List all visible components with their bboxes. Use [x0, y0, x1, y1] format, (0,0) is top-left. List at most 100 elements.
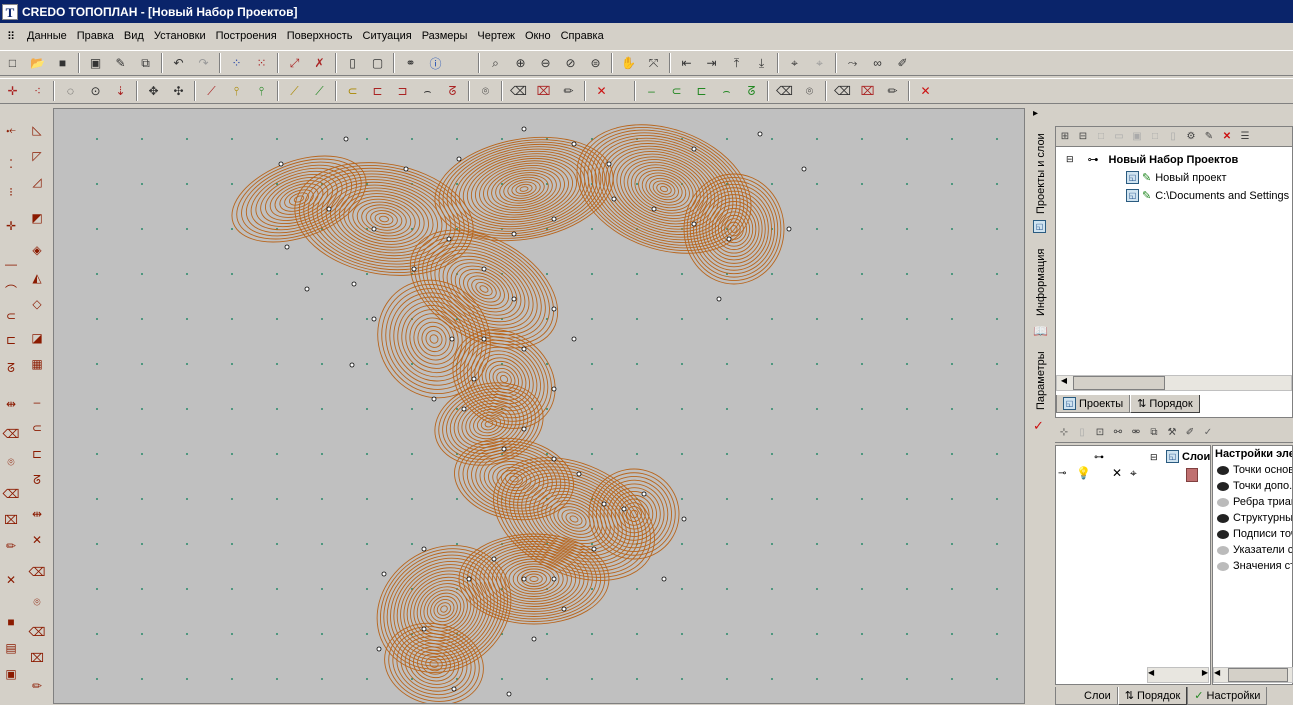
- menu-data[interactable]: Данные: [22, 30, 72, 42]
- menu-view[interactable]: Вид: [119, 30, 149, 42]
- menu-grip-icon[interactable]: ⠿: [0, 30, 22, 43]
- tree-expand-icon[interactable]: ⊟: [1074, 129, 1092, 145]
- sheet-icon[interactable]: ▯: [342, 53, 363, 73]
- survey-point[interactable]: [551, 386, 557, 392]
- square-green2-icon[interactable]: ▤: [1, 638, 21, 658]
- point-tool3-icon[interactable]: ⁝: [1, 182, 21, 202]
- visibility-eye-icon[interactable]: [1217, 465, 1229, 475]
- delete2-icon[interactable]: ✕: [915, 81, 936, 101]
- point-edit-icon[interactable]: ✣: [168, 81, 189, 101]
- layers-root[interactable]: ◱ Слои: [1166, 450, 1210, 463]
- diamond-tool-icon[interactable]: ◈: [27, 240, 47, 260]
- line-delete-icon[interactable]: ✗: [309, 53, 330, 73]
- survey-point[interactable]: [551, 576, 557, 582]
- erase-tool3-icon[interactable]: ⌫: [27, 562, 47, 582]
- menu-constructions[interactable]: Построения: [211, 30, 282, 42]
- scroll-left-icon[interactable]: ◀: [1057, 376, 1071, 390]
- survey-point[interactable]: [571, 141, 577, 147]
- triangle-tool-icon[interactable]: ◺: [27, 120, 47, 140]
- erase-green-icon[interactable]: ⌫: [774, 81, 795, 101]
- tab-projects-layers[interactable]: Проекты и слои: [1031, 128, 1051, 220]
- scroll-thumb[interactable]: [1228, 668, 1288, 682]
- save-icon[interactable]: ■: [52, 53, 73, 73]
- measure-icon[interactable]: ⇹: [27, 504, 47, 524]
- survey-point[interactable]: [786, 226, 792, 232]
- survey-point[interactable]: [481, 336, 487, 342]
- triangle-tool3-icon[interactable]: ◿: [27, 172, 47, 192]
- segment-icon[interactable]: ⟋: [201, 81, 222, 101]
- tab-order[interactable]: ⇅ Порядок: [1130, 395, 1200, 413]
- collapse-arrow-icon[interactable]: ▸: [1033, 108, 1038, 119]
- points-icon[interactable]: ⁘: [226, 53, 247, 73]
- shape-tool-icon[interactable]: ◭: [27, 268, 47, 288]
- delete-tool-icon[interactable]: ✕: [1, 570, 21, 590]
- survey-point[interactable]: [551, 456, 557, 462]
- layer-tool-icon[interactable]: ⚒: [1163, 425, 1181, 441]
- zoom-previous-icon[interactable]: ⊘: [560, 53, 581, 73]
- menu-drawing[interactable]: Чертеж: [472, 30, 520, 42]
- rect-tool-icon[interactable]: ⊏: [1, 330, 21, 350]
- menu-dimensions[interactable]: Размеры: [417, 30, 473, 42]
- properties-icon[interactable]: ⚙: [1182, 129, 1200, 145]
- point-tool2-icon[interactable]: ⁚: [1, 154, 21, 174]
- settings-scrollbar[interactable]: ◀: [1213, 667, 1293, 683]
- target-icon[interactable]: ⌖: [1130, 466, 1137, 481]
- survey-point[interactable]: [521, 576, 527, 582]
- curve-tool-icon[interactable]: ⌒: [1, 280, 21, 300]
- tab-layer-settings[interactable]: ✓ Настройки: [1187, 687, 1268, 705]
- move-right-icon[interactable]: ⇥: [701, 53, 722, 73]
- survey-point[interactable]: [801, 166, 807, 172]
- eraser-tool2-icon[interactable]: ⌫: [27, 622, 47, 642]
- copy-doc-icon[interactable]: □: [1146, 129, 1164, 145]
- visibility-eye-icon[interactable]: [1217, 497, 1229, 507]
- survey-point[interactable]: [446, 236, 452, 242]
- visibility-eye-icon[interactable]: [1217, 545, 1229, 555]
- survey-point[interactable]: [411, 266, 417, 272]
- slope-line2-icon[interactable]: ⟋: [309, 81, 330, 101]
- setting-item[interactable]: Точки допо.: [1217, 480, 1292, 492]
- survey-point[interactable]: [471, 376, 477, 382]
- visibility-eye-icon[interactable]: [1217, 561, 1229, 571]
- point-center-icon[interactable]: ⊙: [85, 81, 106, 101]
- square-green-icon[interactable]: ■: [1, 612, 21, 632]
- move-left-icon[interactable]: ⇤: [676, 53, 697, 73]
- visibility-eye-icon[interactable]: [1217, 529, 1229, 539]
- survey-point[interactable]: [371, 226, 377, 232]
- zoom-out-icon[interactable]: ⊖: [535, 53, 556, 73]
- menu-surface[interactable]: Поверхность: [282, 30, 358, 42]
- brush-icon[interactable]: ✐: [892, 53, 913, 73]
- frame-icon[interactable]: ▣: [85, 53, 106, 73]
- layer-doc-icon[interactable]: ▯: [1073, 425, 1091, 441]
- node-icon[interactable]: ⌾: [475, 81, 496, 101]
- close-project-icon[interactable]: ✕: [1218, 129, 1236, 145]
- erase-tool-icon[interactable]: ⌫: [1, 424, 21, 444]
- arc-green3-icon[interactable]: ⌢: [716, 81, 737, 101]
- arc-tangent-icon[interactable]: ⊏: [367, 81, 388, 101]
- scroll-left-icon[interactable]: ◀: [1148, 668, 1154, 677]
- layer-unlink-icon[interactable]: ⚮: [1127, 425, 1145, 441]
- setting-item[interactable]: Точки основ: [1217, 464, 1292, 476]
- survey-point[interactable]: [621, 506, 627, 512]
- new-file-icon[interactable]: □: [2, 53, 23, 73]
- topographic-plan[interactable]: [54, 109, 1025, 704]
- setting-item[interactable]: Ребра триан: [1217, 496, 1292, 508]
- triangle-edit-icon[interactable]: ◩: [27, 208, 47, 228]
- survey-point[interactable]: [461, 406, 467, 412]
- select-disabled-icon[interactable]: ⌖: [809, 53, 830, 73]
- survey-point[interactable]: [349, 362, 355, 368]
- setting-item[interactable]: Структурны: [1217, 512, 1292, 524]
- layer-link-icon[interactable]: ⚯: [1109, 425, 1127, 441]
- visibility-eye-icon[interactable]: [1217, 481, 1229, 491]
- spiral-tool-icon[interactable]: ᘔ: [1, 358, 21, 378]
- survey-point[interactable]: [511, 296, 517, 302]
- survey-point[interactable]: [757, 131, 763, 137]
- point-tool-icon[interactable]: ⤝: [1, 120, 21, 140]
- survey-point[interactable]: [376, 646, 382, 652]
- menu-window[interactable]: Окно: [520, 30, 556, 42]
- edit-pencil-icon[interactable]: ✎: [110, 53, 131, 73]
- survey-point[interactable]: [403, 166, 409, 172]
- zoom-in-icon[interactable]: ⊕: [510, 53, 531, 73]
- tab-parameters[interactable]: Параметры: [1031, 344, 1051, 418]
- collapse-icon[interactable]: ⊟: [1150, 452, 1158, 463]
- survey-point[interactable]: [421, 546, 427, 552]
